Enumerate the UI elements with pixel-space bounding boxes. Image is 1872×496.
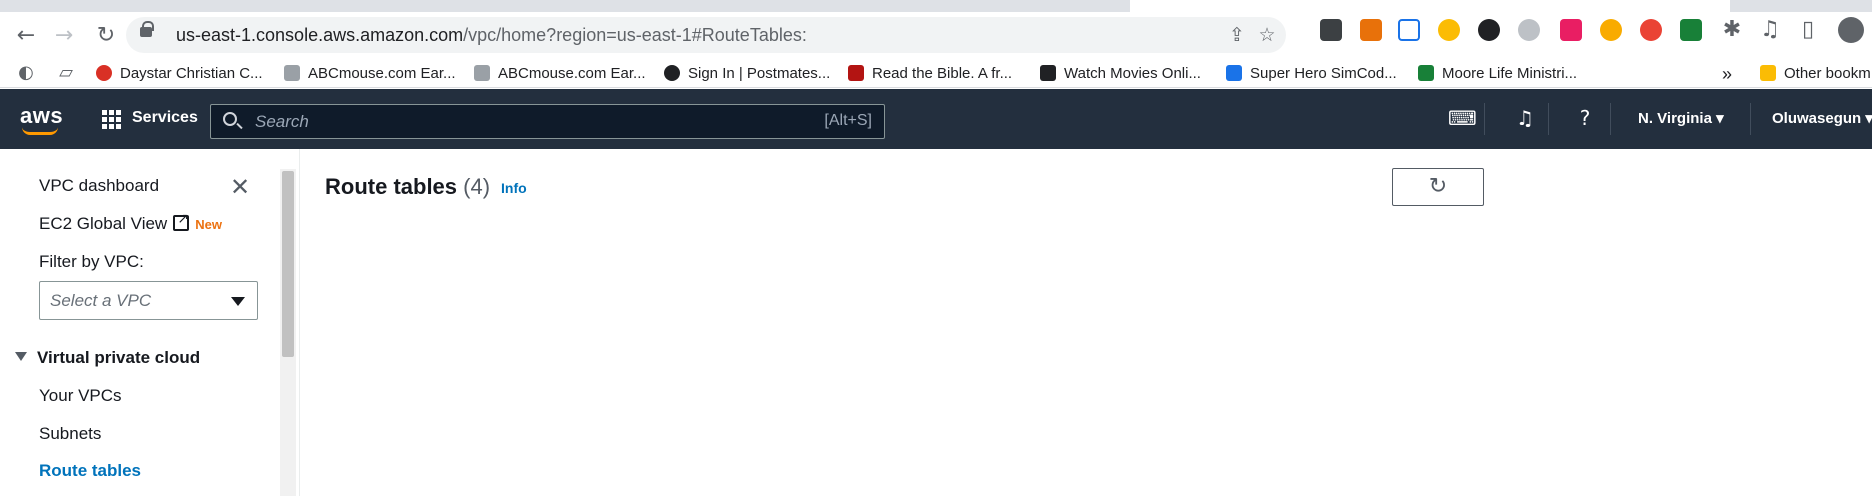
share-icon[interactable]: ⇪ (1226, 24, 1248, 46)
nav-divider (1548, 103, 1549, 135)
bookmark-favicon (664, 65, 680, 81)
close-icon[interactable]: ✕ (230, 175, 252, 199)
profile-avatar[interactable] (1838, 17, 1864, 43)
caret-down-icon (231, 297, 245, 306)
bookmark-item[interactable]: Watch Movies Onli... (1040, 62, 1201, 86)
bookmark-item[interactable]: ABCmouse.com Ear... (474, 62, 646, 86)
search-shortcut-hint: [Alt+S] (824, 112, 872, 129)
puzzle-extensions-icon[interactable]: ✱ (1718, 16, 1746, 44)
sidebar-scrollbar[interactable] (280, 169, 296, 496)
aws-smile-icon (22, 127, 58, 135)
bookmark-star-icon[interactable]: ☆ (1256, 24, 1278, 46)
nav-divider (1750, 103, 1751, 135)
region-selector[interactable]: N. Virginia ▾ (1638, 109, 1724, 127)
refresh-icon: ↻ (1428, 174, 1448, 199)
sidebar-section-virtual-private-cloud[interactable]: Virtual private cloud (15, 348, 200, 368)
apps-globe-icon[interactable]: ◐ (12, 59, 40, 87)
address-toolbar: ← → ↻ us-east-1.console.aws.amazon.com/v… (0, 12, 1872, 58)
lock-icon[interactable] (140, 21, 154, 37)
bookmark-item[interactable]: Read the Bible. A fr... (848, 62, 1012, 86)
filter-by-vpc-label: Filter by VPC: (39, 252, 144, 271)
other-bookmarks[interactable]: Other bookm (1760, 62, 1871, 86)
nav-divider (1610, 103, 1611, 135)
vpc-sidebar: VPC dashboard ✕ EC2 Global ViewNew Filte… (0, 149, 300, 496)
address-bar[interactable]: us-east-1.console.aws.amazon.com/vpc/hom… (126, 17, 1286, 53)
extension-icon[interactable] (1600, 19, 1622, 41)
refresh-button[interactable]: ↻ (1392, 168, 1484, 206)
url-text[interactable]: us-east-1.console.aws.amazon.com/vpc/hom… (176, 25, 807, 46)
external-link-icon (173, 211, 190, 231)
new-badge: New (195, 217, 222, 232)
side-panel-icon[interactable]: ▯ (1794, 16, 1822, 44)
extension-icon[interactable] (1478, 19, 1500, 41)
bookmark-favicon (284, 65, 300, 81)
aws-logo[interactable]: aws (20, 103, 63, 135)
page-title: Route tables (4) (325, 174, 491, 199)
sidebar-item-route-tables[interactable]: Route tables (39, 461, 141, 481)
bookmark-item[interactable]: Super Hero SimCod... (1226, 62, 1397, 86)
inactive-tab-area[interactable] (0, 0, 1130, 12)
folder-icon (1760, 65, 1776, 81)
active-tab[interactable] (1130, 0, 1730, 12)
back-arrow-icon[interactable]: ← (12, 22, 40, 50)
forward-arrow-icon[interactable]: → (50, 22, 78, 50)
selenium-extension-icon[interactable] (1320, 19, 1342, 41)
bookmark-item[interactable]: Daystar Christian C... (96, 62, 263, 86)
help-icon[interactable]: ? (1572, 105, 1598, 131)
aws-top-nav: aws Services [Alt+S] ⌨ ♫ ? N. Virginia ▾… (0, 89, 1872, 149)
extension-icon[interactable] (1438, 19, 1460, 41)
media-icon[interactable]: ♫ (1756, 16, 1784, 44)
browser-tabstrip (0, 0, 1872, 12)
bookmark-item[interactable]: ABCmouse.com Ear... (284, 62, 456, 86)
nav-divider (1484, 103, 1485, 135)
services-grid-icon[interactable] (102, 110, 122, 130)
sidebar-item-subnets[interactable]: Subnets (39, 424, 101, 444)
extension-icon[interactable] (1360, 19, 1382, 41)
vpc-select[interactable]: Select a VPC (39, 281, 258, 320)
bookmarks-overflow[interactable]: » (1722, 62, 1732, 86)
bookmark-favicon (1226, 65, 1242, 81)
bookmark-item[interactable]: Moore Life Ministri... (1418, 62, 1577, 86)
account-menu[interactable]: Oluwasegun ▾ (1772, 109, 1872, 127)
bookmarks-bar: ◐ ▱ Daystar Christian C... ABCmouse.com … (0, 58, 1872, 88)
extension-icon[interactable] (1640, 19, 1662, 41)
bookmark-favicon (474, 65, 490, 81)
route-tables-panel: Route tables (4) Info ↻ (301, 149, 1872, 496)
extension-icon[interactable] (1398, 19, 1420, 41)
scrollbar-thumb[interactable] (282, 171, 294, 357)
info-link[interactable]: Info (501, 180, 527, 196)
aws-search[interactable]: [Alt+S] (210, 104, 885, 139)
extension-icon[interactable] (1680, 19, 1702, 41)
sidebar-item-your-vpcs[interactable]: Your VPCs (39, 386, 122, 406)
sidebar-item-ec2-global-view[interactable]: EC2 Global ViewNew (39, 211, 222, 234)
services-menu[interactable]: Services (132, 109, 198, 127)
extension-icon[interactable] (1560, 19, 1582, 41)
extension-icon[interactable] (1518, 19, 1540, 41)
sidebar-item-vpc-dashboard[interactable]: VPC dashboard (39, 176, 159, 196)
collapse-caret-icon (15, 352, 27, 361)
cloudshell-icon[interactable]: ⌨ (1448, 105, 1477, 131)
bookmark-favicon (1040, 65, 1056, 81)
search-input[interactable] (255, 111, 755, 133)
bookmark-item[interactable]: Sign In | Postmates... (664, 62, 830, 86)
bookmark-favicon (848, 65, 864, 81)
reload-icon[interactable]: ↻ (92, 22, 120, 50)
search-icon (223, 112, 237, 126)
reading-list-icon[interactable]: ▱ (52, 59, 80, 87)
notifications-bell-icon[interactable]: ♫ (1512, 105, 1538, 131)
bookmark-favicon (96, 65, 112, 81)
bookmark-favicon (1418, 65, 1434, 81)
